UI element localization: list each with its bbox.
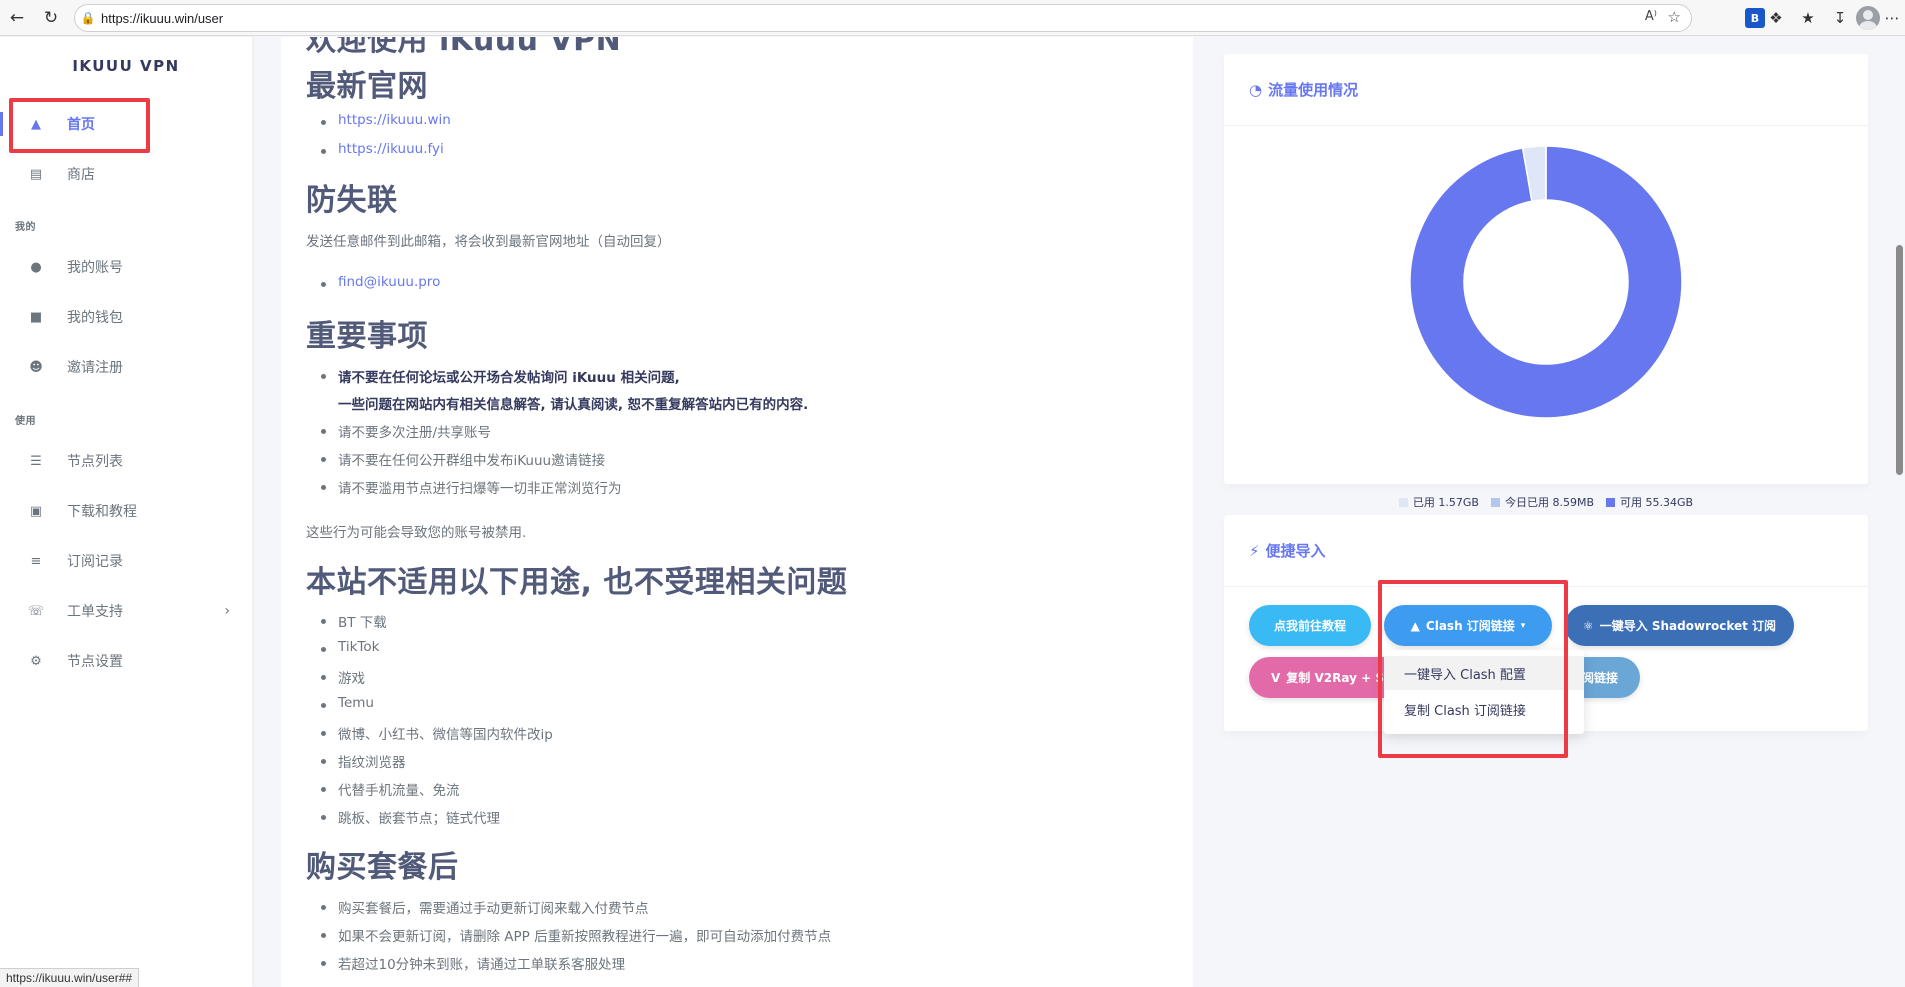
after-buy-item-2: 如果不会更新订阅，请删除 APP 后重新按照教程进行一遍，即可自动添加付费节点 <box>320 925 831 945</box>
highlight-box-clash <box>1378 580 1568 758</box>
not-for-item-2: TikTok <box>320 639 380 655</box>
sidebar-item-node-settings[interactable]: ⚙ 节点设置 <box>0 641 252 681</box>
book-icon: ▣ <box>29 503 43 519</box>
refresh-icon[interactable]: ↻ <box>38 5 64 31</box>
not-for-item-6: 指纹浏览器 <box>321 751 406 771</box>
pie-chart-icon: ◔ <box>1249 80 1263 99</box>
back-icon[interactable]: ← <box>4 5 30 31</box>
sidebar-item-invite[interactable]: ☻ 邀请注册 <box>0 347 252 387</box>
traffic-card: ◔ 流量使用情况 已用 1.57GB 今日已用 8.59MB 可用 55.34G… <box>1224 54 1868 509</box>
traffic-donut-chart <box>1409 146 1683 419</box>
sidebar-item-downloads[interactable]: ▣ 下载和教程 <box>0 491 252 531</box>
sidebar-item-wallet[interactable]: ■ 我的钱包 <box>0 297 252 337</box>
bolt-icon: ⚡ <box>1249 541 1260 560</box>
sidebar-item-subscription-log[interactable]: ≡ 订阅记录 <box>0 541 252 581</box>
favorites-icon[interactable]: ★ <box>1797 7 1819 29</box>
section-title-anti-lost: 防失联 <box>306 183 398 218</box>
not-for-item-5: 微博、小红书、微信等国内软件改ip <box>321 723 553 743</box>
important-warning: 这些行为可能会导致您的账号被禁用. <box>306 525 527 541</box>
important-item-1: 请不要多次注册/共享账号 <box>320 421 491 441</box>
official-link-1[interactable]: https://ikuuu.win <box>321 112 451 128</box>
important-item-2: 请不要在任何公开群组中发布iKuuu邀请链接 <box>320 449 605 469</box>
list-icon: ≡ <box>30 553 42 569</box>
quick-import-header: ⚡ 便捷导入 <box>1224 515 1868 587</box>
welcome-title-partial: 欢迎使用 iKuuu VPN <box>306 37 622 58</box>
browser-toolbar: ← ↻ 🔒 https://ikuuu.win/user A⁾ ☆ B ❖ ★ … <box>0 0 1905 36</box>
traffic-card-header: ◔ 流量使用情况 <box>1224 54 1868 126</box>
not-for-item-1: BT 下载 <box>321 611 387 631</box>
lock-icon: 🔒 <box>80 11 96 25</box>
download-icon[interactable]: ↧ <box>1829 7 1851 29</box>
gear-icon: ⚙ <box>30 653 42 669</box>
legend-today[interactable]: 今日已用 8.59MB <box>1490 494 1594 510</box>
sidebar-item-nodes[interactable]: ☰ 节点列表 <box>0 441 252 481</box>
section-title-not-for: 本站不适用以下用途, 也不受理相关问题 <box>306 565 848 600</box>
traffic-legend: 已用 1.57GB 今日已用 8.59MB 可用 55.34GB <box>1224 494 1868 510</box>
not-for-item-8: 跳板、嵌套节点；链式代理 <box>321 807 500 827</box>
sidebar: IKUUU VPN ▲ 首页 ▤ 商店 我的 ● 我的账号 ■ 我的钱包 ☻ 邀… <box>0 37 252 987</box>
puzzle-extensions-icon[interactable]: ❖ <box>1765 7 1787 29</box>
sidebar-item-account[interactable]: ● 我的账号 <box>0 247 252 287</box>
extension-icon[interactable]: B <box>1745 8 1765 28</box>
anti-lost-desc: 发送任意邮件到此邮箱，将会收到最新官网地址（自动回复） <box>306 234 671 250</box>
donut-slice-2[interactable] <box>1409 146 1683 419</box>
sidebar-item-tickets[interactable]: ☏ 工单支持 › <box>0 591 252 631</box>
not-for-item-3: 游戏 <box>321 667 365 687</box>
section-title-after-buy: 购买套餐后 <box>306 850 459 885</box>
official-link-2[interactable]: https://ikuuu.fyi <box>321 141 444 157</box>
status-url-tooltip: https://ikuuu.win/user## <box>0 968 140 987</box>
wallet-icon: ■ <box>29 309 43 325</box>
read-aloud-icon[interactable]: A⁾ <box>1645 9 1657 24</box>
rocket-icon: ⚛ <box>1582 618 1594 633</box>
address-bar[interactable]: 🔒 https://ikuuu.win/user A⁾ ☆ <box>74 4 1692 32</box>
highlight-box-home <box>9 98 150 153</box>
tutorial-button[interactable]: 点我前往教程 <box>1249 605 1371 646</box>
user-icon: ● <box>30 259 42 275</box>
server-icon: ☰ <box>30 453 42 469</box>
chevron-right-icon: › <box>224 603 230 619</box>
not-for-item-4: Temu <box>321 695 374 711</box>
quick-import-title: 便捷导入 <box>1265 542 1326 560</box>
after-buy-item-3: 若超过10分钟未到账，请通过工单联系客服处理 <box>320 953 625 973</box>
brand-logo[interactable]: IKUUU VPN <box>0 57 252 75</box>
page-scrollbar[interactable] <box>1896 245 1903 475</box>
section-title-official: 最新官网 <box>306 69 428 104</box>
legend-used[interactable]: 已用 1.57GB <box>1398 494 1479 510</box>
store-icon: ▤ <box>29 166 43 182</box>
legend-available[interactable]: 可用 55.34GB <box>1606 494 1693 510</box>
anti-lost-email[interactable]: find@ikuuu.pro <box>320 274 440 290</box>
menu-header-mine: 我的 <box>15 222 36 233</box>
main-content-card: 欢迎使用 iKuuu VPN 最新官网 https://ikuuu.win ht… <box>281 37 1193 987</box>
not-for-item-7: 代替手机流量、免流 <box>321 779 460 799</box>
shadowrocket-import-button[interactable]: ⚛ 一键导入 Shadowrocket 订阅 <box>1565 605 1794 646</box>
url-text: https://ikuuu.win/user <box>101 10 224 26</box>
sidebar-item-store[interactable]: ▤ 商店 <box>0 154 252 194</box>
favorite-star-icon[interactable]: ☆ <box>1668 8 1681 26</box>
profile-avatar[interactable] <box>1856 6 1880 30</box>
important-bold-2: 一些问题在网站内有相关信息解答, 请认真阅读, 恕不重复解答站内已有的内容. <box>338 397 809 413</box>
more-menu-icon[interactable]: ⋯ <box>1881 7 1903 29</box>
v-icon: V <box>1271 670 1281 685</box>
section-title-important: 重要事项 <box>306 319 428 354</box>
traffic-title: 流量使用情况 <box>1268 81 1359 99</box>
important-item-3: 请不要滥用节点进行扫爆等一切非正常浏览行为 <box>321 477 622 497</box>
headset-icon: ☏ <box>27 603 45 619</box>
after-buy-item-1: 购买套餐后，需要通过手动更新订阅来载入付费节点 <box>321 897 649 917</box>
menu-header-use: 使用 <box>15 416 36 427</box>
smile-icon: ☻ <box>29 359 43 375</box>
important-bold-1: 请不要在任何论坛或公开场合发帖询问 iKuuu 相关问题, <box>321 366 680 386</box>
